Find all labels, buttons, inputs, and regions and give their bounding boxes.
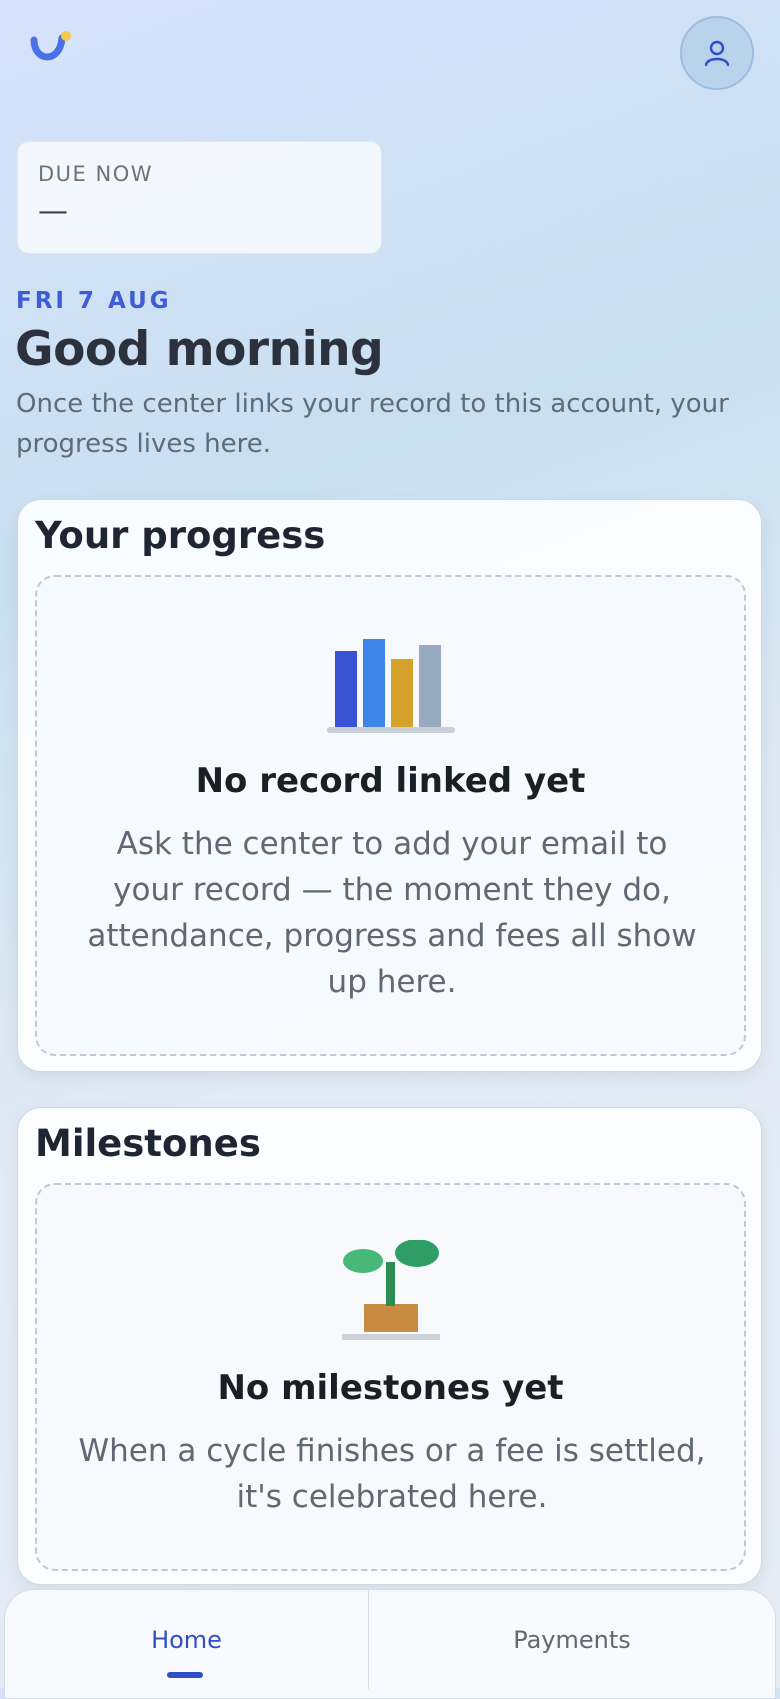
due-now-label: DUE NOW (38, 162, 153, 186)
milestones-empty-body: When a cycle finishes or a fee is settle… (78, 1433, 706, 1515)
nav-tab-payments[interactable]: Payments (369, 1590, 775, 1689)
due-now-card: DUE NOW — (17, 141, 382, 254)
sprout-icon (342, 1240, 440, 1340)
milestones-empty-state: No milestones yet When a cycle finishes … (35, 1183, 746, 1571)
active-tab-indicator (167, 1672, 203, 1678)
bottom-nav: Home Payments (4, 1589, 776, 1699)
profile-button[interactable] (680, 16, 754, 90)
bar-chart-icon (327, 639, 455, 733)
progress-empty-state: No record linked yet Ask the center to a… (35, 575, 746, 1056)
page-title: Good morning (15, 322, 384, 377)
app-logo-icon (30, 31, 71, 61)
due-now-value: — (38, 194, 68, 229)
milestones-empty-title: No milestones yet (217, 1368, 564, 1408)
progress-empty-title: No record linked yet (195, 761, 586, 801)
milestones-card: Milestones No milestones yet When a cycl… (17, 1107, 762, 1585)
user-icon (704, 40, 730, 67)
progress-empty-body: Ask the center to add your email to your… (87, 826, 697, 1000)
progress-card: Your progress No record linked yet Ask t… (17, 499, 762, 1072)
current-date: FRI 7 AUG (16, 288, 172, 314)
progress-card-title: Your progress (35, 514, 326, 557)
top-bar (0, 0, 780, 120)
milestones-card-title: Milestones (35, 1122, 261, 1165)
page-subtitle: Once the center links your record to thi… (16, 389, 729, 459)
